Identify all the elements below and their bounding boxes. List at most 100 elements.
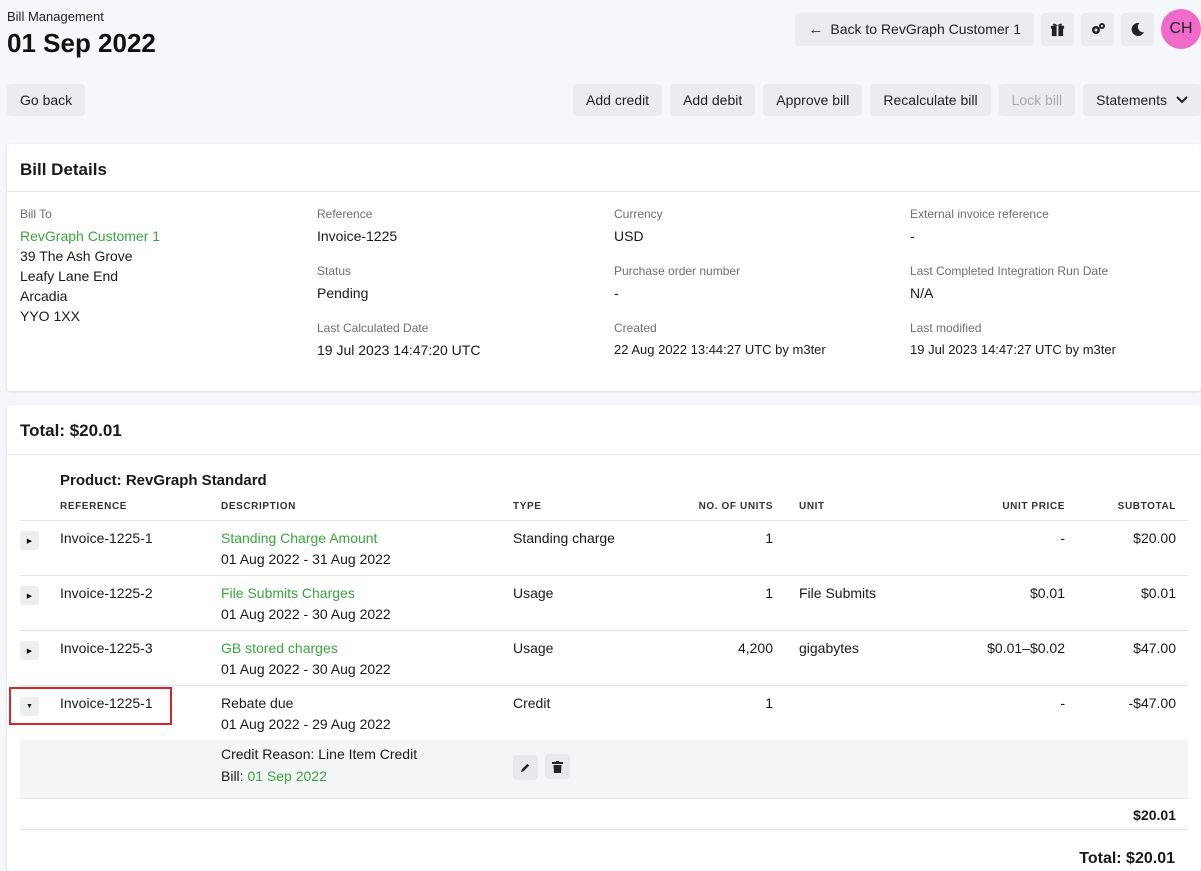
page-section-label: Bill Management: [7, 9, 104, 24]
last-modified-value: 19 Jul 2023 14:47:27 UTC by m3ter: [910, 342, 1116, 357]
credit-bill-ref: Bill: 01 Sep 2022: [221, 768, 513, 784]
pencil-icon: [520, 763, 530, 772]
last-integration-label: Last Completed Integration Run Date: [910, 264, 1109, 278]
external-ref-value: -: [910, 228, 915, 244]
row-units: 1: [633, 575, 799, 631]
last-modified-label: Last modified: [910, 321, 982, 335]
bill-to-label: Bill To: [20, 207, 52, 221]
row-unit: gigabytes: [799, 630, 919, 686]
delete-credit-button[interactable]: [545, 754, 570, 779]
row-unit-price: $0.01: [919, 575, 1073, 631]
row-description-link[interactable]: File Submits Charges: [221, 585, 355, 601]
status-label: Status: [317, 264, 352, 278]
column-header: REFERENCE: [60, 493, 221, 521]
credit-reason: Credit Reason: Line Item Credit: [221, 746, 418, 762]
row-units: 1: [765, 694, 773, 711]
column-header: TYPE: [513, 493, 633, 521]
highlight-box: [9, 687, 172, 725]
gift-icon: [1050, 23, 1065, 36]
row-subtotal: $20.00: [1073, 520, 1188, 576]
po-number-value: -: [614, 285, 619, 301]
bill-actions-toolbar: Add credit Add debit Approve bill Recalc…: [573, 84, 1201, 116]
row-type: Usage: [513, 630, 633, 686]
recalculate-bill-button[interactable]: Recalculate bill: [870, 84, 991, 116]
row-unit: [799, 685, 919, 740]
address-line: YYO 1XX: [20, 308, 80, 324]
table-row: ▼ Invoice-1225-1 Rebate due 01 Aug 2022 -…: [20, 685, 1188, 740]
line-items-card: Total: $20.01 Product: RevGraph Standard…: [7, 405, 1201, 871]
created-value: 22 Aug 2022 13:44:27 UTC by m3ter: [614, 342, 826, 357]
row-subtotal: $47.00: [1073, 630, 1188, 686]
table-row: ▶ Invoice-1225-2 File Submits Charges 01 …: [20, 575, 1188, 631]
product-heading: Product: RevGraph Standard: [60, 472, 267, 489]
gears-icon: [1091, 23, 1105, 34]
row-unit-price: -: [1060, 694, 1065, 711]
address-line: Arcadia: [20, 288, 68, 304]
section-sum: $20.01: [1073, 798, 1188, 830]
address-line: 39 The Ash Grove: [20, 248, 133, 264]
row-type: Standing charge: [513, 520, 633, 576]
dark-mode-button[interactable]: [1121, 12, 1154, 46]
user-avatar[interactable]: CH: [1161, 9, 1201, 49]
row-description-link[interactable]: GB stored charges: [221, 640, 338, 656]
total-heading: Total: $20.01: [7, 405, 1201, 455]
table-header-row: REFERENCE DESCRIPTION TYPE NO. OF UNITS …: [20, 493, 1188, 521]
row-type: Usage: [513, 575, 633, 631]
add-credit-button[interactable]: Add credit: [573, 84, 663, 116]
gift-button[interactable]: [1041, 12, 1074, 46]
integrations-button[interactable]: [1081, 12, 1114, 46]
status-value: Pending: [317, 285, 369, 301]
last-integration-value: N/A: [910, 285, 934, 301]
external-ref-label: External invoice reference: [910, 207, 1049, 221]
go-back-button[interactable]: Go back: [7, 84, 86, 116]
expand-row-icon[interactable]: ▶: [20, 641, 39, 660]
grand-total: Total: $20.01: [1079, 850, 1175, 867]
table-row: ▶ Invoice-1225-3 GB stored charges 01 Aug…: [20, 630, 1188, 686]
line-items-table: REFERENCE DESCRIPTION TYPE NO. OF UNITS …: [20, 493, 1188, 830]
row-period: 01 Aug 2022 - 31 Aug 2022: [221, 550, 391, 567]
row-period: 01 Aug 2022 - 30 Aug 2022: [221, 660, 391, 677]
row-unit-price: $0.01–$0.02: [919, 630, 1073, 686]
po-number-label: Purchase order number: [614, 264, 741, 278]
bill-label: Bill:: [221, 768, 244, 784]
currency-label: Currency: [614, 207, 663, 221]
back-to-customer-button[interactable]: ← Back to RevGraph Customer 1: [795, 12, 1034, 46]
credit-detail-row: Credit Reason: Line Item Credit Bill: 01…: [20, 740, 1188, 798]
column-header: NO. OF UNITS: [633, 493, 799, 521]
edit-credit-button[interactable]: [513, 754, 538, 780]
expand-row-icon[interactable]: ▶: [20, 586, 39, 605]
bill-to-customer-link[interactable]: RevGraph Customer 1: [20, 226, 310, 246]
row-subtotal: -$47.00: [1128, 694, 1176, 711]
chevron-down-icon: [1176, 96, 1188, 104]
currency-value: USD: [614, 228, 644, 244]
column-header: DESCRIPTION: [221, 493, 513, 521]
row-unit: [799, 520, 919, 576]
last-calculated-label: Last Calculated Date: [317, 321, 429, 335]
row-units: 4,200: [633, 630, 799, 686]
statements-dropdown[interactable]: Statements: [1083, 84, 1201, 116]
row-period: 01 Aug 2022 - 30 Aug 2022: [221, 605, 391, 622]
top-actions: ← Back to RevGraph Customer 1 CH: [795, 9, 1201, 49]
row-units: 1: [633, 520, 799, 576]
expand-row-icon[interactable]: ▶: [20, 531, 39, 550]
moon-icon: [1131, 22, 1145, 36]
statements-label: Statements: [1096, 92, 1167, 108]
reference-label: Reference: [317, 207, 373, 221]
row-reference: Invoice-1225-2: [60, 575, 221, 631]
row-type: Credit: [513, 694, 551, 711]
row-reference: Invoice-1225-1: [60, 520, 221, 576]
trash-icon: [552, 760, 563, 773]
approve-bill-button[interactable]: Approve bill: [763, 84, 863, 116]
bill-link[interactable]: 01 Sep 2022: [247, 768, 326, 784]
row-description-link[interactable]: Standing Charge Amount: [221, 530, 377, 546]
row-subtotal: $0.01: [1073, 575, 1188, 631]
row-description: Rebate due: [221, 694, 294, 711]
row-unit: File Submits: [799, 575, 919, 631]
bill-details-card: Bill Details Bill To RevGraph Customer 1…: [7, 144, 1201, 391]
page-title: 01 Sep 2022: [7, 28, 156, 58]
column-header: SUBTOTAL: [1073, 493, 1188, 521]
row-period: 01 Aug 2022 - 29 Aug 2022: [221, 715, 391, 732]
lock-bill-button[interactable]: Lock bill: [998, 84, 1076, 116]
address-line: Leafy Lane End: [20, 268, 119, 284]
add-debit-button[interactable]: Add debit: [670, 84, 756, 116]
